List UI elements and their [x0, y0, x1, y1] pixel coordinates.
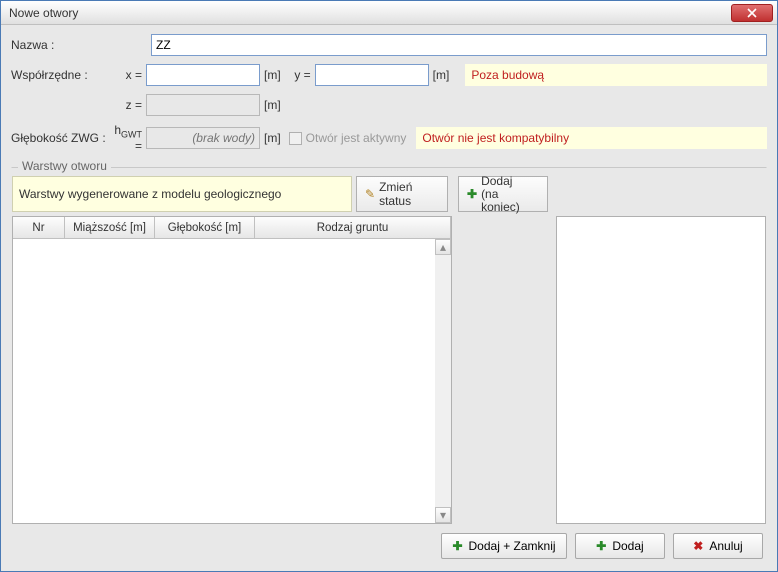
active-checkbox [289, 132, 302, 145]
change-status-button[interactable]: ✎ Zmień status [356, 176, 448, 212]
z-input [146, 94, 260, 116]
row-xy: Współrzędne : x = [m] y = [m] Poza budow… [11, 63, 767, 87]
name-label: Nazwa : [11, 38, 106, 52]
name-input[interactable] [151, 34, 767, 56]
layers-status-text: Warstwy wygenerowane z modelu geologiczn… [12, 176, 352, 212]
table-header: Nr Miąższość [m] Głębokość [m] Rodzaj gr… [13, 217, 451, 239]
row-z: z = [m] [11, 93, 767, 117]
add-end-button[interactable]: ✚ Dodaj(na koniec) [458, 176, 548, 212]
grid-area: Nr Miąższość [m] Głębokość [m] Rodzaj gr… [12, 216, 766, 524]
col-thickness: Miąższość [m] [65, 217, 155, 238]
side-panel [458, 216, 550, 524]
z-unit: [m] [260, 98, 287, 112]
add-button[interactable]: ✚ Dodaj [575, 533, 665, 559]
col-nr: Nr [13, 217, 65, 238]
footer: ✚ Dodaj + Zamknij ✚ Dodaj ✖ Anuluj [11, 525, 767, 563]
scroll-up-icon[interactable]: ▴ [435, 239, 451, 255]
cancel-icon: ✖ [693, 539, 703, 553]
window-title: Nowe otwory [9, 6, 78, 20]
table-body[interactable]: ▴ ▾ [13, 239, 451, 523]
cancel-button[interactable]: ✖ Anuluj [673, 533, 763, 559]
z-label: z = [106, 98, 146, 112]
dialog-body: Nazwa : Współrzędne : x = [m] y = [m] Po… [1, 25, 777, 571]
plus-icon: ✚ [596, 539, 606, 553]
row-name: Nazwa : [11, 33, 767, 57]
plus-icon: ✚ [467, 188, 477, 201]
plus-arrow-icon: ✚ [452, 539, 462, 553]
add-close-button[interactable]: ✚ Dodaj + Zamknij [441, 533, 567, 559]
hgwt-label: hGWT = [106, 123, 146, 153]
close-button[interactable] [731, 4, 773, 22]
depth-label: Głębokość ZWG : [11, 131, 106, 145]
active-label: Otwór jest aktywny [306, 131, 407, 145]
vertical-scrollbar[interactable]: ▴ ▾ [435, 239, 451, 523]
close-icon [747, 8, 757, 18]
titlebar: Nowe otwory [1, 1, 777, 25]
layers-toolbar: Warstwy wygenerowane z modelu geologiczn… [12, 176, 766, 212]
hgwt-input [146, 127, 260, 149]
hgwt-unit: [m] [260, 131, 287, 145]
layers-legend: Warstwy otworu [18, 159, 111, 173]
pencil-icon: ✎ [365, 187, 375, 201]
layers-table: Nr Miąższość [m] Głębokość [m] Rodzaj gr… [12, 216, 452, 524]
y-unit: [m] [429, 68, 456, 82]
warning-outside: Poza budową [465, 64, 767, 86]
y-label: y = [287, 68, 315, 82]
x-label: x = [106, 68, 146, 82]
row-depth: Głębokość ZWG : hGWT = [m] Otwór jest ak… [11, 123, 767, 153]
x-unit: [m] [260, 68, 287, 82]
dialog-window: Nowe otwory Nazwa : Współrzędne : x = [m… [0, 0, 778, 572]
warning-incompatible: Otwór nie jest kompatybilny [416, 127, 767, 149]
layers-fieldset: Warstwy otworu Warstwy wygenerowane z mo… [11, 167, 767, 525]
col-depth: Głębokość [m] [155, 217, 255, 238]
preview-panel [556, 216, 766, 524]
coords-label: Współrzędne : [11, 68, 106, 82]
scroll-down-icon[interactable]: ▾ [435, 507, 451, 523]
y-input[interactable] [315, 64, 429, 86]
col-soil: Rodzaj gruntu [255, 217, 451, 238]
x-input[interactable] [146, 64, 260, 86]
